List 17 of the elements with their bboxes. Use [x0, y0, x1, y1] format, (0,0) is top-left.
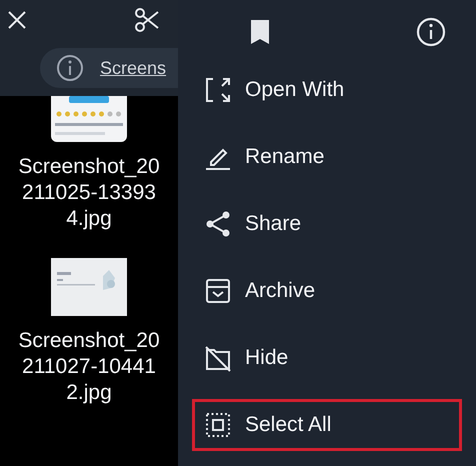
- info-icon[interactable]: [416, 17, 446, 47]
- menu-item[interactable]: Rename: [192, 131, 462, 183]
- scissors-icon[interactable]: [134, 7, 160, 33]
- file-name: Screenshot_20211027-104412.jpg: [17, 328, 161, 406]
- menu-item[interactable]: Select All: [192, 399, 462, 451]
- bookmark-icon[interactable]: [250, 19, 270, 45]
- archive-box-icon: [203, 276, 233, 306]
- open-with-icon: [203, 75, 233, 105]
- menu-item[interactable]: Share: [192, 198, 462, 250]
- select-all-icon: [203, 410, 233, 440]
- screenshots-link[interactable]: Screens: [100, 54, 166, 82]
- info-icon: [56, 54, 84, 82]
- file-name: Screenshot_20211025-133934.jpg: [17, 154, 161, 232]
- menu-item[interactable]: Open With: [192, 64, 462, 116]
- menu-item[interactable]: Archive: [192, 265, 462, 317]
- menu-item[interactable]: Hide: [192, 332, 462, 384]
- close-icon[interactable]: [6, 9, 28, 31]
